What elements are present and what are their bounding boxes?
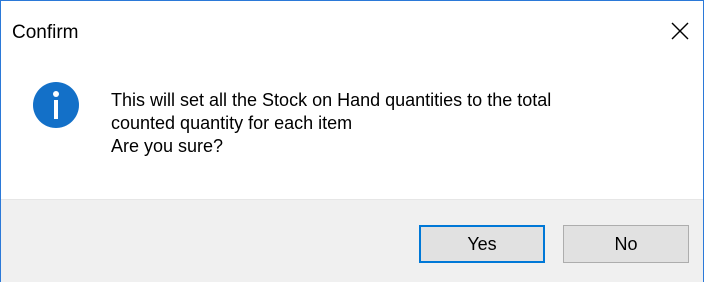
message-line: counted quantity for each item: [111, 113, 353, 133]
dialog-content: This will set all the Stock on Hand quan…: [1, 63, 703, 199]
close-icon: [671, 22, 689, 40]
title-bar[interactable]: Confirm: [1, 1, 703, 63]
yes-button[interactable]: Yes: [419, 225, 545, 263]
close-button[interactable]: [657, 9, 703, 53]
message-line: Are you sure?: [111, 136, 224, 156]
info-icon: [33, 82, 79, 128]
button-bar: Yes No: [1, 199, 703, 282]
confirm-dialog: Confirm This will set all the Stock on H…: [0, 0, 704, 282]
message-text: This will set all the Stock on Hand quan…: [111, 89, 551, 158]
no-button[interactable]: No: [563, 225, 689, 263]
dialog-title: Confirm: [12, 22, 79, 43]
message-line: This will set all the Stock on Hand quan…: [111, 90, 552, 110]
